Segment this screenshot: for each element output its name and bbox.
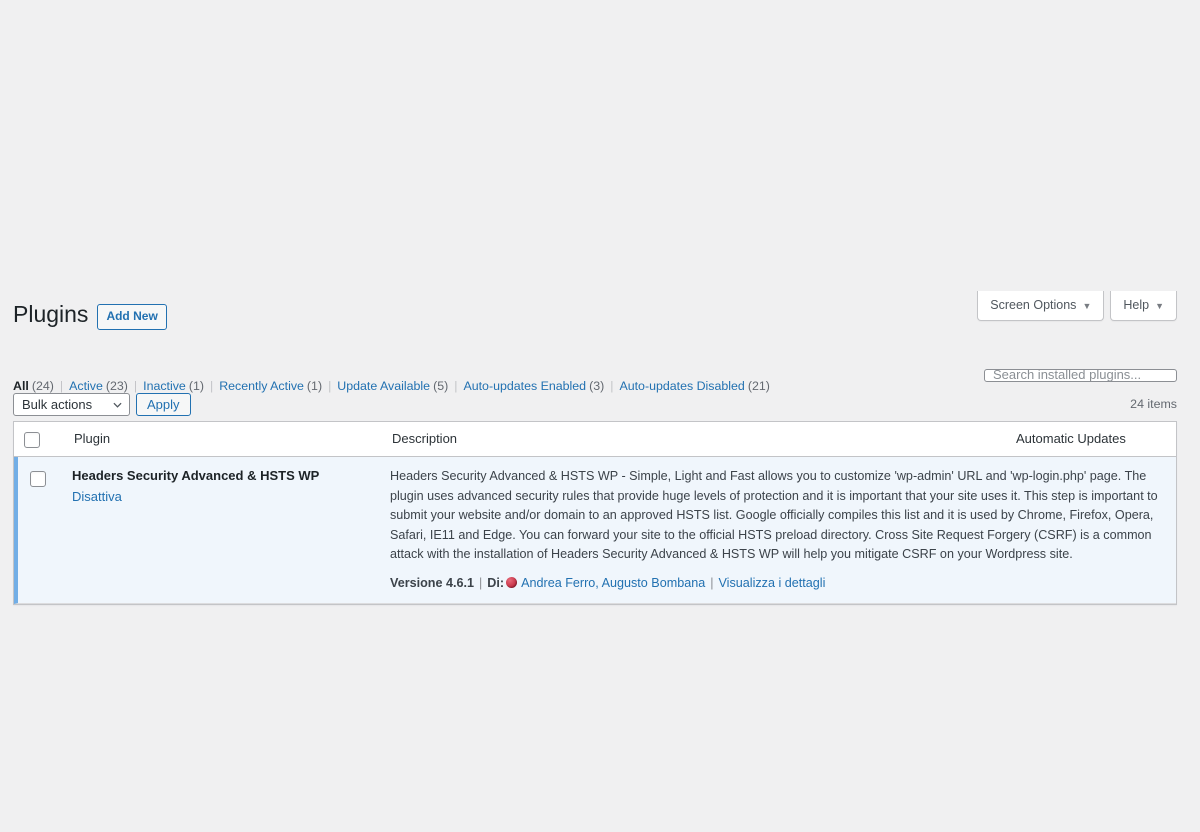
- plugin-author-label: Di:: [487, 575, 505, 590]
- chevron-down-icon: ▼: [1155, 300, 1164, 311]
- screen-options-label: Screen Options: [990, 298, 1077, 312]
- column-header-description: Description: [382, 422, 1006, 458]
- table-header-row: Plugin Description Automatic Updates: [14, 422, 1176, 458]
- help-label: Help: [1123, 298, 1150, 312]
- plugin-title: Headers Security Advanced & HSTS WP: [72, 468, 320, 484]
- meta-separator: |: [479, 575, 483, 590]
- plugins-table: Plugin Description Automatic Updates Hea…: [13, 421, 1177, 606]
- plugin-description-cell: Headers Security Advanced & HSTS WP - Si…: [382, 457, 1176, 605]
- table-body: Headers Security Advanced & HSTS WP Disa…: [14, 457, 1176, 605]
- plugins-page: Screen Options ▼ Help ▼ Plugins Add New …: [0, 0, 1200, 832]
- apply-button[interactable]: Apply: [136, 393, 191, 416]
- select-all-header: [14, 422, 64, 458]
- bulk-actions-group: Bulk actionsActivateDeactivateUpdateDele…: [13, 393, 191, 416]
- plugin-description-text: Headers Security Advanced & HSTS WP - Si…: [390, 469, 1158, 562]
- search-box: [984, 367, 1177, 382]
- table-head: Plugin Description Automatic Updates: [14, 422, 1176, 458]
- author-avatar-icon: [506, 577, 518, 589]
- select-all-checkbox[interactable]: [24, 431, 40, 448]
- bulk-actions-select[interactable]: Bulk actionsActivateDeactivateUpdateDele…: [13, 393, 130, 416]
- chevron-down-icon: ▼: [1082, 300, 1092, 311]
- table-row: Headers Security Advanced & HSTS WP Disa…: [14, 457, 1176, 605]
- deactivate-link[interactable]: Disattiva: [72, 489, 122, 504]
- plugin-version: Versione 4.6.1: [390, 575, 475, 590]
- table-nav-top: Bulk actionsActivateDeactivateUpdateDele…: [13, 393, 1177, 423]
- plugin-row-actions: Disattiva: [72, 487, 374, 508]
- add-new-button[interactable]: Add New: [97, 303, 167, 331]
- help-button[interactable]: Help ▼: [1110, 291, 1177, 321]
- search-input[interactable]: [984, 368, 1177, 382]
- row-checkbox[interactable]: [30, 470, 46, 487]
- screen-meta-links: Screen Options ▼ Help ▼: [977, 291, 1177, 321]
- screen-options-button[interactable]: Screen Options ▼: [977, 291, 1105, 321]
- meta-separator: |: [710, 575, 714, 590]
- column-header-plugin: Plugin: [64, 422, 382, 458]
- page-header: Plugins Add New: [13, 300, 167, 331]
- items-count: 24 items: [1130, 397, 1177, 411]
- page-title: Plugins: [13, 301, 89, 327]
- column-header-automatic-updates: Automatic Updates: [1006, 422, 1176, 458]
- bulk-actions-select-wrap: Bulk actionsActivateDeactivateUpdateDele…: [13, 393, 130, 416]
- plugin-author-link[interactable]: Andrea Ferro, Augusto Bombana: [521, 574, 705, 594]
- row-select-cell: [14, 457, 64, 605]
- plugin-meta: Versione 4.6.1 | Di: Andrea Ferro, Augus…: [390, 574, 1168, 594]
- view-details-link[interactable]: Visualizza i dettagli: [719, 574, 826, 594]
- plugin-name-cell: Headers Security Advanced & HSTS WP Disa…: [64, 457, 382, 605]
